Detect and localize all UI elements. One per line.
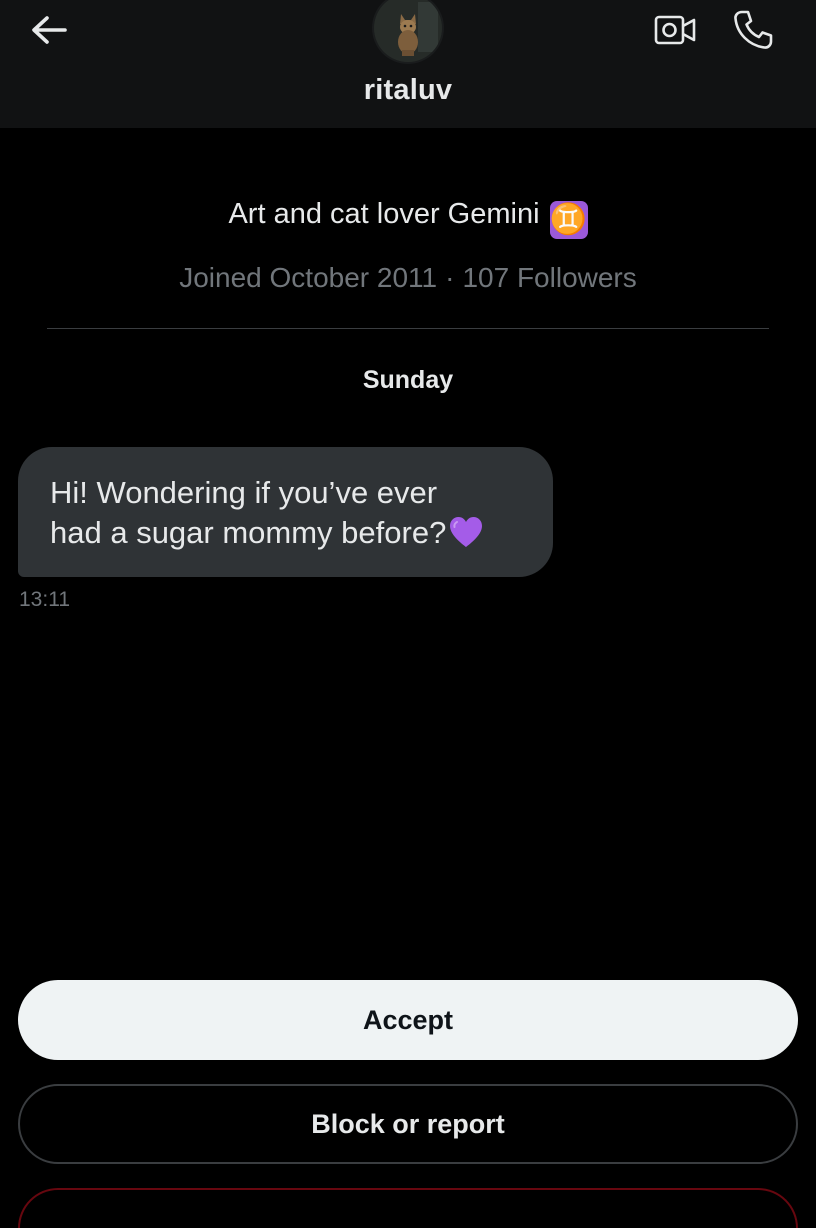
arrow-left-icon bbox=[32, 16, 67, 44]
message-text-line-2: had a sugar mommy before? bbox=[50, 513, 521, 553]
day-separator: Sunday bbox=[362, 366, 454, 394]
conversation-header: ritaluv bbox=[0, 0, 816, 128]
profile-bio-text: Art and cat lover Gemini bbox=[228, 198, 540, 230]
avatar[interactable] bbox=[374, 0, 442, 62]
voice-call-button[interactable] bbox=[728, 6, 778, 54]
back-button[interactable] bbox=[26, 10, 72, 50]
profile-bio: Art and cat lover Gemini ♊ bbox=[0, 198, 816, 239]
accept-button[interactable]: Accept bbox=[18, 980, 798, 1060]
joined-date: Joined October 2011 bbox=[179, 262, 438, 293]
divider bbox=[47, 328, 769, 329]
message-bubble[interactable]: Hi! Wondering if you’ve ever had a sugar… bbox=[18, 447, 553, 577]
block-or-report-button[interactable]: Block or report bbox=[18, 1084, 798, 1164]
conversation-username[interactable]: ritaluv bbox=[0, 74, 816, 107]
meta-separator: · bbox=[445, 262, 455, 293]
profile-meta: Joined October 2011 · 107 Followers bbox=[0, 262, 816, 294]
delete-button[interactable] bbox=[18, 1188, 798, 1228]
cat-avatar-image bbox=[374, 0, 442, 62]
purple-heart-icon bbox=[450, 517, 483, 547]
gemini-icon: ♊ bbox=[549, 201, 588, 239]
message-timestamp: 13:11 bbox=[19, 588, 70, 611]
phone-icon bbox=[734, 10, 773, 49]
message-text-line-1: Hi! Wondering if you’ve ever bbox=[50, 475, 438, 510]
video-camera-icon bbox=[654, 15, 696, 45]
followers-count[interactable]: 107 Followers bbox=[462, 262, 636, 293]
video-call-button[interactable] bbox=[650, 8, 700, 52]
